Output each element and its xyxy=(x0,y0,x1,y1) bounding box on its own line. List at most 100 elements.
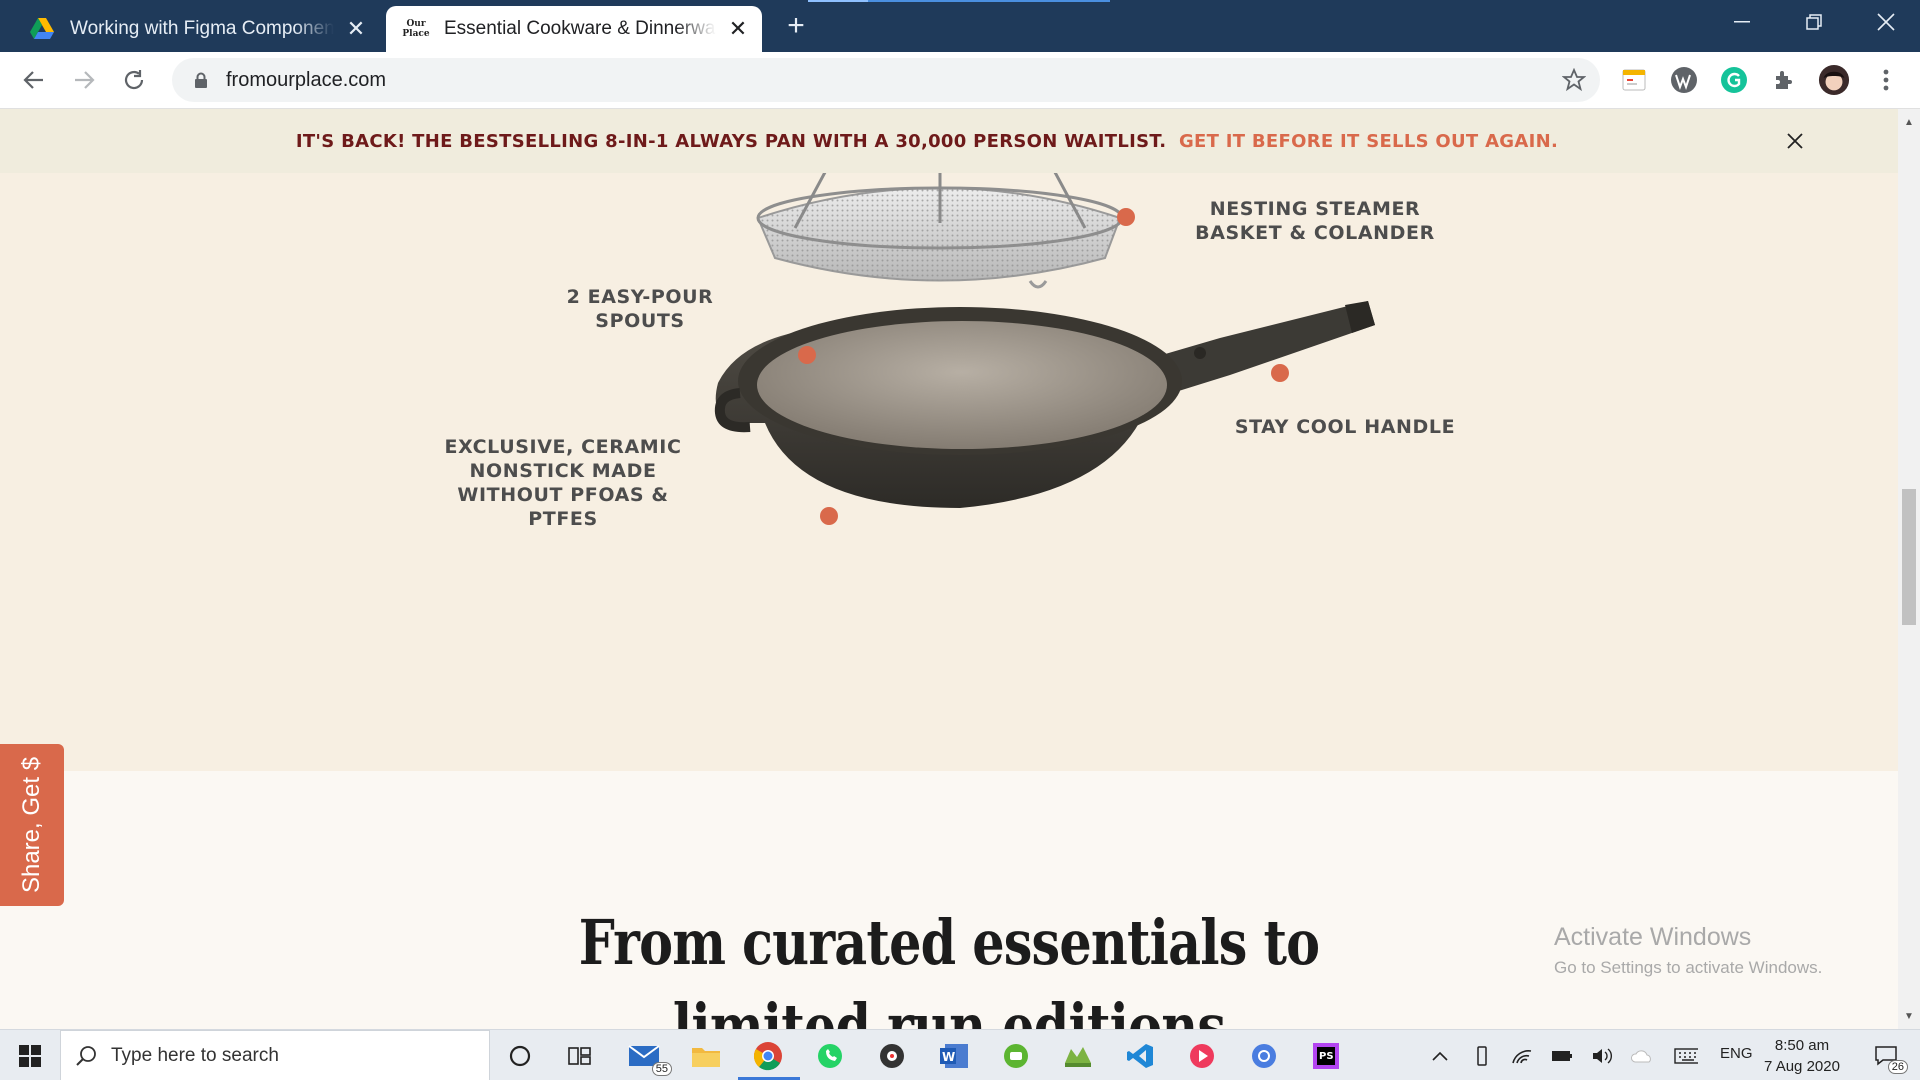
keyboard-icon[interactable] xyxy=(1674,1044,1698,1068)
address-bar[interactable]: fromourplace.com xyxy=(172,58,1600,102)
usb-device-icon[interactable] xyxy=(1470,1044,1494,1068)
puzzle-icon[interactable] xyxy=(1768,64,1800,96)
chrome-icon[interactable] xyxy=(750,1038,786,1074)
file-explorer-icon[interactable] xyxy=(688,1038,724,1074)
reload-icon xyxy=(124,70,144,90)
favicon-text-bottom: Place xyxy=(402,29,430,39)
battery-icon[interactable] xyxy=(1550,1044,1574,1068)
scroll-up-icon[interactable]: ▲ xyxy=(1898,113,1920,131)
hotspot-pour-spouts[interactable] xyxy=(798,346,816,364)
hotspot-steamer-basket[interactable] xyxy=(1117,208,1135,226)
menu-dots-icon[interactable] xyxy=(1870,64,1902,96)
show-hidden-icons-icon[interactable] xyxy=(1428,1044,1452,1068)
tab-manager-icon[interactable] xyxy=(1618,64,1650,96)
close-window-button[interactable] xyxy=(1856,0,1916,44)
feature-label-line: NESTING STEAMER xyxy=(1209,198,1421,220)
product-features-section: NESTING STEAMER BASKET & COLANDER 2 EASY… xyxy=(0,173,1898,771)
back-button[interactable] xyxy=(18,64,50,96)
notification-count: 26 xyxy=(1887,1060,1908,1074)
wordpress-icon[interactable] xyxy=(1668,64,1700,96)
new-tab-button[interactable]: + xyxy=(780,9,812,42)
reload-button[interactable] xyxy=(118,64,150,96)
lock-icon xyxy=(192,71,210,89)
whatsapp-icon[interactable] xyxy=(812,1038,848,1074)
green-app-icon[interactable] xyxy=(998,1038,1034,1074)
phpstorm-icon[interactable]: PS xyxy=(1308,1038,1344,1074)
forward-button[interactable] xyxy=(68,64,100,96)
feature-label-line: NONSTICK MADE xyxy=(469,460,657,482)
feature-label-spouts: 2 EASY-POUR SPOUTS xyxy=(515,285,765,333)
wifi-icon[interactable] xyxy=(1510,1044,1534,1068)
windows-taskbar: Type here to search 55 W PS ENG 8:50 am … xyxy=(0,1029,1920,1080)
minimize-icon xyxy=(1734,21,1750,23)
feature-label-line: BASKET & COLANDER xyxy=(1195,222,1435,244)
mail-badge: 55 xyxy=(651,1062,672,1076)
svg-text:W: W xyxy=(942,1050,955,1064)
scroll-down-icon[interactable]: ▼ xyxy=(1898,1007,1920,1025)
vscode-icon[interactable] xyxy=(1122,1038,1158,1074)
close-announcement-button[interactable] xyxy=(1783,129,1807,153)
section-headline: From curated essentials to limited run e… xyxy=(171,901,1727,1029)
system-clock[interactable]: 8:50 am 7 Aug 2020 xyxy=(1764,1035,1840,1077)
hotspot-ceramic-nonstick[interactable] xyxy=(820,507,838,525)
restore-icon xyxy=(1806,14,1822,30)
close-tab-icon[interactable]: ✕ xyxy=(344,16,368,41)
task-view-icon[interactable] xyxy=(562,1038,598,1074)
feature-label-line: PTFES xyxy=(528,508,598,530)
input-language[interactable]: ENG xyxy=(1720,1045,1753,1062)
feature-label-steamer: NESTING STEAMER BASKET & COLANDER xyxy=(1135,197,1495,245)
announcement-text: IT'S BACK! THE BESTSELLING 8-IN-1 ALWAYS… xyxy=(296,131,1558,152)
tab-figma-components[interactable]: Working with Figma Components ✕ xyxy=(0,6,380,52)
feature-label-line: SPOUTS xyxy=(595,310,685,332)
mail-icon[interactable]: 55 xyxy=(626,1038,672,1076)
close-icon xyxy=(1877,13,1895,31)
watermark-title: Activate Windows xyxy=(1554,923,1752,951)
volume-icon[interactable] xyxy=(1590,1044,1614,1068)
url-text: fromourplace.com xyxy=(226,68,387,91)
search-icon xyxy=(76,1045,96,1066)
headline-line: From curated essentials to xyxy=(578,906,1320,979)
loading-progress-fill xyxy=(808,0,868,2)
scrollbar-thumb[interactable] xyxy=(1902,489,1916,625)
word-icon[interactable]: W xyxy=(936,1038,972,1074)
announcement-bar: IT'S BACK! THE BESTSELLING 8-IN-1 ALWAYS… xyxy=(0,109,1898,173)
feature-label-line: WITHOUT PFOAS & xyxy=(457,484,669,506)
taskbar-search-box[interactable]: Type here to search xyxy=(60,1030,490,1080)
cortana-icon[interactable] xyxy=(502,1038,538,1074)
page-scrollbar[interactable]: ▲ ▼ xyxy=(1898,109,1920,1029)
profile-avatar[interactable] xyxy=(1818,64,1850,96)
announcement-link[interactable]: GET IT BEFORE IT SELLS OUT AGAIN. xyxy=(1179,131,1558,152)
feature-label-nonstick: EXCLUSIVE, CERAMIC NONSTICK MADE WITHOUT… xyxy=(413,435,713,531)
minimize-button[interactable] xyxy=(1712,0,1772,44)
feature-label-handle: STAY COOL HANDLE xyxy=(1195,415,1495,439)
grammarly-icon[interactable] xyxy=(1718,64,1750,96)
browser-tab-bar: Working with Figma Components ✕ Our Plac… xyxy=(0,0,1920,52)
clock-date: 7 Aug 2020 xyxy=(1764,1058,1840,1075)
google-drive-icon xyxy=(30,17,54,41)
media-player-icon[interactable] xyxy=(1184,1038,1220,1074)
browser-toolbar: fromourplace.com xyxy=(0,52,1920,109)
tab-title: Working with Figma Components xyxy=(70,18,334,39)
favicon-text-top: Our xyxy=(406,19,426,29)
feature-label-line: STAY COOL HANDLE xyxy=(1234,416,1456,438)
chromium-icon[interactable] xyxy=(1246,1038,1282,1074)
tab-our-place[interactable]: Our Place Essential Cookware & Dinnerwar… xyxy=(386,6,762,52)
share-get-button[interactable]: Share, Get $ xyxy=(0,744,64,906)
headline-line: limited run editions xyxy=(672,990,1226,1029)
music-player-icon[interactable] xyxy=(874,1038,910,1074)
hotspot-stay-cool-handle[interactable] xyxy=(1271,364,1289,382)
feature-label-line: EXCLUSIVE, CERAMIC xyxy=(444,436,682,458)
activate-windows-watermark: Activate Windows Go to Settings to activ… xyxy=(1554,923,1822,978)
tab-title: Essential Cookware & Dinnerware xyxy=(444,18,716,39)
start-button[interactable] xyxy=(0,1030,60,1080)
bookmark-star-icon[interactable] xyxy=(1562,68,1586,92)
close-tab-icon[interactable]: ✕ xyxy=(726,16,750,41)
arrow-left-icon xyxy=(23,71,43,89)
restore-button[interactable] xyxy=(1784,0,1844,44)
windows-logo-icon xyxy=(19,1044,41,1067)
game-app-icon[interactable] xyxy=(1060,1038,1096,1074)
onedrive-icon[interactable] xyxy=(1630,1044,1654,1068)
announcement-message: IT'S BACK! THE BESTSELLING 8-IN-1 ALWAYS… xyxy=(295,130,1167,152)
notification-center-icon[interactable]: 26 xyxy=(1866,1044,1908,1074)
svg-text:PS: PS xyxy=(1319,1051,1334,1062)
